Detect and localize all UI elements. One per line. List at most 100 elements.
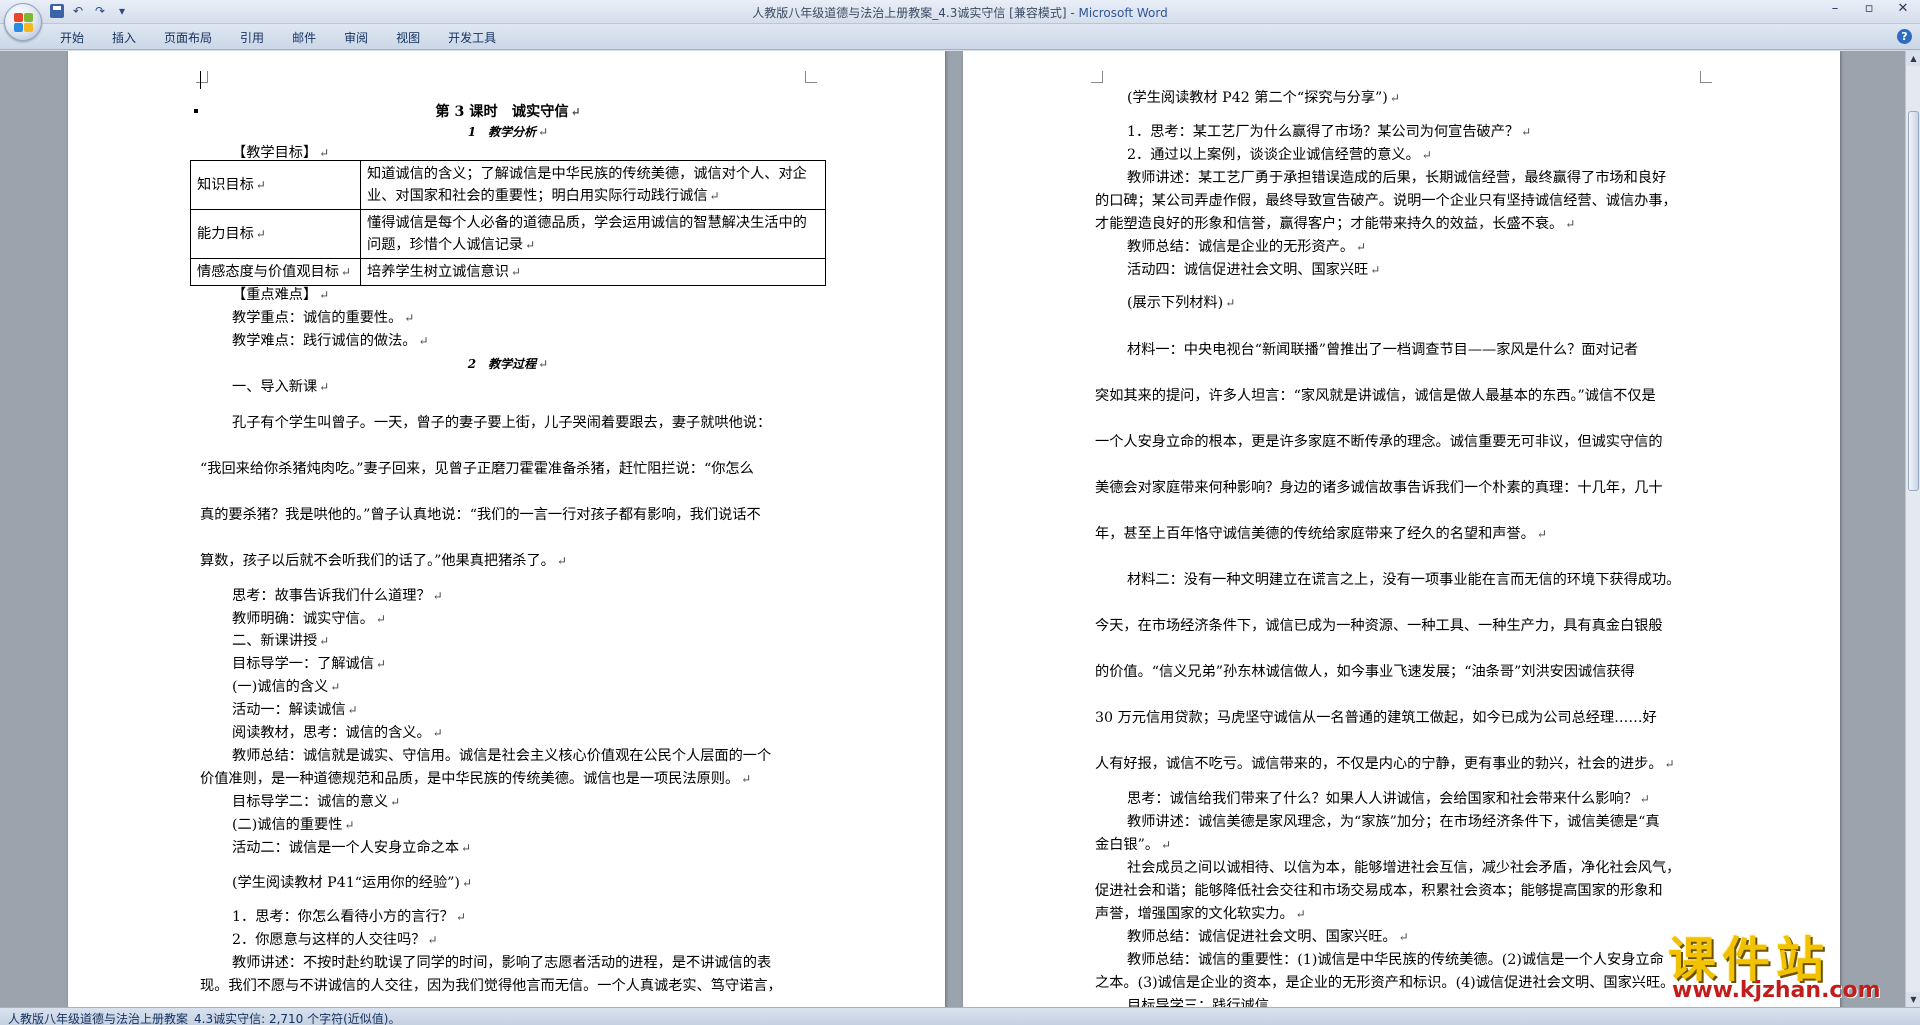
paragraph-line: 思考：诚信给我们带来了什么？如果人人讲诚信，会给国家和社会带来什么影响？ ↵ (1127, 791, 1650, 807)
tab-mailings[interactable]: 邮件 (292, 29, 330, 46)
scrollbar-thumb[interactable] (1908, 111, 1919, 491)
paragraph-line: 教师讲述：某工艺厂勇于承担错误造成的后果，长期诚信经营，最终赢得了市场和良好 (1127, 170, 1667, 186)
paragraph-line: (学生阅读教材 P41“运用你的经验”) ↵ (232, 875, 472, 891)
paragraph-line: 1．思考：某工艺厂为什么赢得了市场？某公司为何宣告破产？ ↵ (1127, 124, 1532, 140)
scroll-up-icon[interactable]: ▲ (1906, 51, 1920, 66)
lesson-title: 第 3 课时 诚实守信 ↵ (435, 104, 581, 120)
paragraph-line: 目标导学一：了解诚信 ↵ (232, 656, 386, 672)
tab-developer[interactable]: 开发工具 (448, 29, 510, 46)
paragraph-line: (二)诚信的重要性 ↵ (232, 817, 355, 833)
document-title: 人教版八年级道德与法治上册教案_4.3诚实守信 [兼容模式] (752, 6, 1067, 20)
table-row: 情感态度与价值观目标 ↵ 培养学生树立诚信意识 ↵ (190, 258, 826, 286)
paragraph-line: 阅读教材，思考：诚信的含义。 ↵ (232, 725, 443, 741)
paragraph-line: 突如其来的提问，许多人坦言：“家风就是讲诚信，诚信是做人最基本的东西。”诚信不仅… (1095, 388, 1656, 404)
paragraph-line: “我回来给你杀猪炖肉吃。”妻子回来，见曾子正磨刀霍霍准备杀猪，赶忙阻拦说：“你怎… (200, 461, 754, 477)
paragraph-line: 目标导学三：践行诚信 (1127, 998, 1269, 1007)
title-bar: ↶ ↷ ▾ 人教版八年级道德与法治上册教案_4.3诚实守信 [兼容模式] - M… (0, 0, 1920, 41)
tab-view[interactable]: 视图 (396, 29, 434, 46)
site-watermark: 课件站 www.kjzhan.com (1668, 920, 1910, 1003)
paragraph-line: 教师讲述：不按时赴约耽误了同学的时间，影响了志愿者活动的进程，是不讲诚信的表 (232, 955, 772, 971)
paragraph-line: 人有好报，诚信不吃亏。诚信带来的，不仅是内心的宁静，更有事业的勃兴，社会的进步。… (1095, 756, 1675, 772)
section-heading: 1 教学分析 ↵ (467, 125, 549, 139)
margin-corner-mark (805, 71, 817, 83)
paragraph-line: 价值准则，是一种道德规范和品质，是中华民族的传统美德。诚信也是一项民法原则。 ↵ (200, 771, 752, 787)
vertical-scrollbar[interactable]: ▲ ▼ (1905, 51, 1920, 1007)
paragraph-line: 现。我们不愿与不讲诚信的人交往，因为我们觉得他言而无信。一个人真诚老实、笃守诺言… (200, 978, 782, 994)
paragraph-line: 目标导学二：诚信的意义 ↵ (232, 794, 401, 810)
paragraph-line: (一)诚信的含义 ↵ (232, 679, 341, 695)
office-logo-icon (14, 13, 34, 33)
paragraph-line: 的价值。“信义兄弟”孙东林诚信做人，如今事业飞速发展；“油条哥”刘洪安因诚信获得 (1095, 664, 1635, 680)
table-cell-key: 能力目标 ↵ (190, 209, 361, 259)
margin-corner-mark (1091, 71, 1103, 83)
table-row: 知识目标 ↵ 知道诚信的含义；了解诚信是中华民族的传统美德，诚信对个人、对企业、对… (190, 160, 826, 210)
key-label: 【重点难点】 ↵ (232, 287, 330, 303)
paragraph-line: 促进社会和谐；能够降低社会交往和市场交易成本，积累社会资本；能够提高国家的形象和 (1095, 883, 1663, 899)
paragraph-line: 思考：故事告诉我们什么道理？ ↵ (232, 588, 443, 604)
ribbon-tabs: 开始 插入 页面布局 引用 邮件 审阅 视图 开发工具 (60, 29, 524, 46)
table-cell-key: 知识目标 ↵ (190, 160, 361, 210)
table-cell-value: 培养学生树立诚信意识 ↵ (360, 258, 826, 286)
minimize-button[interactable]: – (1818, 0, 1852, 20)
paragraph-line: 之本。(3)诚信是企业的资本，是企业的无形资产和标识。(4)诚信促进社会文明、国… (1095, 975, 1675, 991)
ribbon: 开始 插入 页面布局 引用 邮件 审阅 视图 开发工具 ? (0, 24, 1920, 50)
paragraph-line: 教师讲述：诚信美德是家风理念，为“家族”加分；在市场经济条件下，诚信美德是“真 (1127, 814, 1660, 830)
paragraph-line: 真的要杀猪？我是哄他的。”曾子认真地说：“我们的一言一行对孩子都有影响，我们说话… (200, 507, 761, 523)
watermark-url: www.kjzhan.com (1672, 978, 1881, 1003)
office-button[interactable] (4, 3, 42, 41)
margin-corner-mark (1700, 71, 1712, 83)
margin-corner-mark (196, 71, 208, 83)
close-button[interactable]: ✕ (1886, 0, 1920, 20)
paragraph-line: 社会成员之间以诚相待、以信为本，能够增进社会互信，减少社会矛盾，净化社会风气， (1127, 860, 1681, 876)
paragraph-line: 教师总结：诚信就是诚实、守信用。诚信是社会主义核心价值观在公民个人层面的一个 (232, 748, 772, 764)
paragraph-line: 教师总结：诚信促进社会文明、国家兴旺。 ↵ (1127, 929, 1409, 945)
teaching-goals-table: 知识目标 ↵ 知道诚信的含义；了解诚信是中华民族的传统美德，诚信对个人、对企业、对… (190, 160, 826, 286)
paragraph-line: 孔子有个学生叫曾子。一天，曾子的妻子要上街，儿子哭闹着要跟去，妻子就哄他说： (232, 415, 772, 431)
paragraph-line: 一个人安身立命的根本，更是许多家庭不断传承的理念。诚信重要无可非议，但诚实守信的 (1095, 434, 1663, 450)
tab-references[interactable]: 引用 (240, 29, 278, 46)
paragraph-line: 教师总结：诚信的重要性：(1)诚信是中华民族的传统美德。(2)诚信是一个人安身立… (1127, 952, 1664, 968)
paragraph-line: 年，甚至上百年恪守诚信美德的传统给家庭带来了经久的名望和声誉。 ↵ (1095, 526, 1547, 542)
paragraph-line: 活动一：解读诚信 ↵ (232, 702, 358, 718)
key-point: 教学重点：诚信的重要性。 ↵ (232, 310, 415, 326)
window-title: 人教版八年级道德与法治上册教案_4.3诚实守信 [兼容模式] - Microso… (0, 4, 1920, 21)
paragraph-line: 算数，孩子以后就不会听我们的话了。”他果真把猪杀了。 ↵ (200, 553, 567, 569)
paragraph-line: (学生阅读教材 P42 第二个“探究与分享”) ↵ (1127, 90, 1400, 106)
table-cell-value: 懂得诚信是每个人必备的道德品质，学会运用诚信的智慧解决生活中的问题，珍惜个人诚信… (360, 209, 826, 259)
paragraph-line: 一、导入新课 ↵ (232, 379, 330, 395)
table-cell-value: 知道诚信的含义；了解诚信是中华民族的传统美德，诚信对个人、对企业、对国家和社会的… (360, 160, 826, 210)
tab-review[interactable]: 审阅 (344, 29, 382, 46)
paragraph-line: 才能塑造良好的形象和信誉，赢得客户；才能带来持久的效益，长盛不衰。 ↵ (1095, 216, 1576, 232)
paragraph-line: 二、新课讲授 ↵ (232, 633, 330, 649)
app-name: - Microsoft Word (1066, 6, 1168, 20)
paragraph-line: (展示下列材料) ↵ (1127, 295, 1236, 311)
document-page-right[interactable]: (学生阅读教材 P42 第二个“探究与分享”) ↵ 1．思考：某工艺厂为什么赢得了… (963, 51, 1840, 1007)
status-bar: 人教版八年级道德与法治上册教案_4.3诚实守信: 2,710 个字符(近似值)。 (0, 1007, 1920, 1025)
paragraph-line: 1．思考：你怎么看待小方的言行？ ↵ (232, 909, 466, 925)
tab-insert[interactable]: 插入 (112, 29, 150, 46)
section-heading: 2 教学过程 ↵ (467, 357, 549, 371)
window-controls: – ▫ ✕ (1818, 0, 1920, 20)
paragraph-line: 教师总结：诚信是企业的无形资产。 ↵ (1127, 239, 1367, 255)
paragraph-line: 声誉，增强国家的文化软实力。 ↵ (1095, 906, 1306, 922)
paragraph-line: 材料一：中央电视台“新闻联播”曾推出了一档调查节目——家风是什么？面对记者 (1127, 342, 1639, 358)
tab-home[interactable]: 开始 (60, 29, 98, 46)
paragraph-line: 今天，在市场经济条件下，诚信已成为一种资源、一种工具、一种生产力，具有真金白银般 (1095, 618, 1663, 634)
document-page-left[interactable]: 第 3 课时 诚实守信 ↵ 1 教学分析 ↵ 【教学目标】 ↵ 知识目标 ↵ 知道诚信的… (68, 51, 945, 1007)
text-cursor (200, 71, 201, 89)
table-row: 能力目标 ↵ 懂得诚信是每个人必备的道德品质，学会运用诚信的智慧解决生活中的问题，… (190, 209, 826, 259)
paragraph-line: 美德会对家庭带来何种影响？身边的诸多诚信故事告诉我们一个朴素的真理：十几年，几十 (1095, 480, 1663, 496)
tab-page-layout[interactable]: 页面布局 (164, 29, 226, 46)
table-cell-key: 情感态度与价值观目标 ↵ (190, 258, 361, 286)
paragraph-line: 的口碑；某公司弄虚作假，最终导致宣告破产。说明一个企业只有坚持诚信经营、诚信办事… (1095, 193, 1677, 209)
maximize-button[interactable]: ▫ (1852, 0, 1886, 20)
paragraph-line: 30 万元信用贷款；马虎坚守诚信从一名普通的建筑工做起，如今已成为公司总经理……… (1095, 710, 1657, 726)
paragraph-line: 教师明确：诚实守信。 ↵ (232, 611, 386, 627)
help-icon[interactable]: ? (1897, 29, 1912, 44)
paragraph-line: 2．通过以上案例，谈谈企业诚信经营的意义。 ↵ (1127, 147, 1432, 163)
paragraph-line: 活动二：诚信是一个人安身立命之本 ↵ (232, 840, 472, 856)
paragraph-line: 金白银”。 ↵ (1095, 837, 1172, 853)
document-workspace[interactable]: 第 3 课时 诚实守信 ↵ 1 教学分析 ↵ 【教学目标】 ↵ 知识目标 ↵ 知道诚信的… (0, 51, 1905, 1007)
paragraph-bullet (194, 109, 198, 113)
paragraph-line: 2．你愿意与这样的人交往吗？ ↵ (232, 932, 438, 948)
